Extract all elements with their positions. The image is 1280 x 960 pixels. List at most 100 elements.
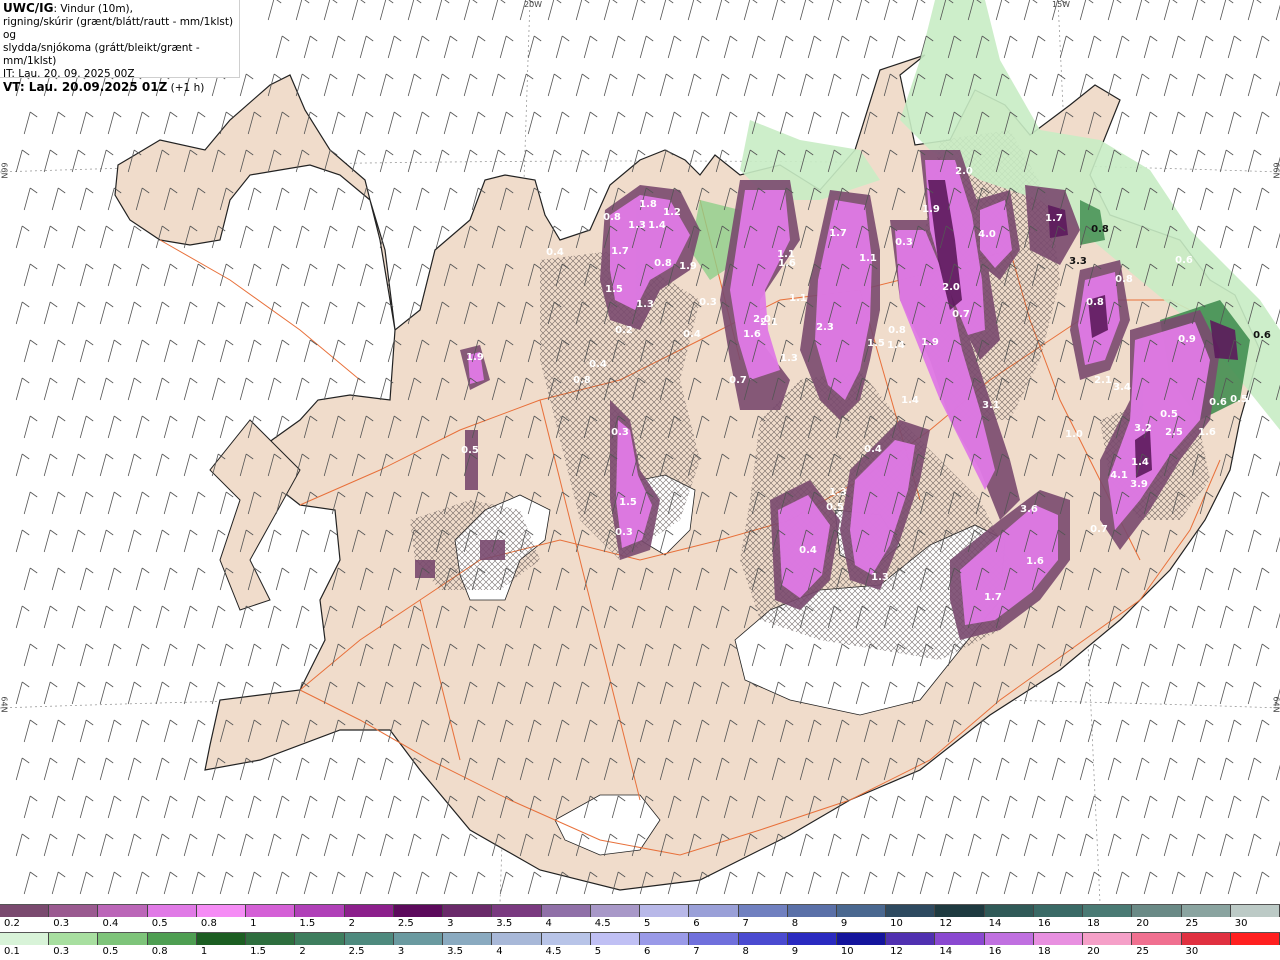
- precip-value: 1.6: [743, 329, 761, 340]
- scale-label: 7: [742, 918, 749, 929]
- scale-swatch: [1230, 933, 1280, 945]
- precip-value: 2.5: [1165, 427, 1183, 438]
- scale-swatch: [1132, 905, 1182, 917]
- scale-swatch: [295, 905, 345, 917]
- scale-label: 10: [840, 946, 854, 957]
- lon-label-20w: 20W: [524, 0, 543, 9]
- precip-value: 1.2: [663, 207, 681, 218]
- precip-value: 1.3: [871, 572, 889, 583]
- scale-swatch: [443, 933, 493, 945]
- precip-value: 1.7: [1045, 213, 1063, 224]
- precip-value: 1.7: [611, 246, 629, 257]
- scale-label: 1: [200, 946, 208, 957]
- precip-value: 1.1: [859, 253, 877, 264]
- precip-value: 4.1: [1110, 470, 1128, 481]
- scale-label: 14: [988, 918, 1002, 929]
- title-line-1: UWC/IG: Vindur (10m),: [3, 2, 236, 16]
- precip-value: 1.4: [901, 395, 919, 406]
- scale-swatch: [98, 933, 148, 945]
- scale-swatch: [640, 905, 690, 917]
- scale-swatch: [1033, 933, 1084, 945]
- precip-value: 0.6: [1209, 397, 1227, 408]
- scale-swatch: [935, 905, 985, 917]
- precip-value: 3.4: [1113, 382, 1131, 393]
- precip-value: 0.7: [1090, 524, 1108, 535]
- lat-label-64n-right: 64N: [1271, 696, 1280, 713]
- scale-label: 12: [939, 918, 953, 929]
- scale-swatch: [1132, 933, 1182, 945]
- precip-value: 1.4: [648, 220, 666, 231]
- scale-label: 0.3: [53, 918, 70, 929]
- lon-label-15w: 15W: [1052, 0, 1071, 9]
- precip-value: 2.0: [955, 166, 973, 177]
- scale-label: 4.5: [594, 918, 611, 929]
- scale-swatch: [98, 905, 148, 917]
- scale-swatch: [196, 905, 247, 917]
- scale-label: 30: [1234, 918, 1248, 929]
- precip-value: 1.8: [639, 199, 657, 210]
- scale-label: 25: [1185, 918, 1199, 929]
- precip-value: 0.7: [952, 309, 970, 320]
- scale-swatch: [492, 933, 542, 945]
- scale-swatch: [1083, 905, 1133, 917]
- precip-value: 1.5: [619, 497, 637, 508]
- scale-swatch: [541, 933, 591, 945]
- scale-label: 16: [988, 946, 1002, 957]
- lat-label-66n-right: 66N: [1271, 162, 1280, 179]
- scale-swatch: [1083, 933, 1133, 945]
- precip-value: 0.8: [573, 375, 591, 386]
- scale-label: 0.2: [4, 918, 20, 929]
- precip-value: 1.9: [921, 337, 939, 348]
- precip-value: 2.0: [942, 282, 960, 293]
- precip-value: 1.3: [780, 353, 798, 364]
- scale-label: 2: [299, 946, 306, 957]
- scale-label: 9: [840, 918, 848, 929]
- scale-label: 6: [693, 918, 700, 929]
- scale-label: 12: [890, 946, 903, 957]
- precip-value: 0.2: [615, 325, 633, 336]
- scale-swatch: [590, 933, 641, 945]
- scale-swatch: [492, 905, 542, 917]
- scale-swatch: [738, 933, 788, 945]
- precip-value: 0.4: [799, 545, 817, 556]
- scale-label: 18: [1087, 918, 1100, 929]
- scale-label: 3.5: [447, 946, 463, 957]
- precip-value: 0.3: [699, 297, 717, 308]
- scale-swatch: [0, 933, 50, 945]
- scale-swatch: [1230, 905, 1280, 917]
- scale-swatch: [886, 933, 936, 945]
- precip-value: 1.5: [605, 284, 623, 295]
- scale-swatch: [443, 905, 493, 917]
- scale-swatch: [344, 905, 394, 917]
- scale-label: 2.5: [397, 918, 414, 929]
- precip-value: 1.6: [1026, 556, 1044, 567]
- scale-swatch: [196, 933, 247, 945]
- precip-value: 2.0: [753, 314, 771, 325]
- scale-label: 0.8: [151, 946, 168, 957]
- scale-swatch: [787, 905, 837, 917]
- precip-value: 0.5: [826, 502, 844, 513]
- precip-value: 0.8: [654, 258, 672, 269]
- scale-swatch: [689, 905, 739, 917]
- scale-swatch: [1181, 933, 1231, 945]
- scale-swatch: [1033, 905, 1084, 917]
- precip-value: 3.3: [1069, 256, 1087, 267]
- precip-value: 1.0: [1065, 429, 1083, 440]
- snow-scale-labels: 0.2 0.3 0.4 0.5 0.8 1 1.5 2 2.5 3 3.5 4 4.5 5 6 7 8 9 10 12…: [0, 918, 1280, 930]
- scale-label: 30: [1185, 946, 1199, 957]
- model-name: UWC/IG: [3, 1, 54, 15]
- precip-value: 0.4: [864, 444, 882, 455]
- valid-time-line: VT: Lau. 20.09.2025 01Z (+1 h): [3, 81, 236, 95]
- scale-label: 2: [348, 918, 355, 929]
- precip-value: 1.9: [466, 352, 484, 363]
- scale-label: 20: [1087, 946, 1100, 957]
- precip-value: 0.8: [888, 325, 906, 336]
- scale-swatch: [0, 905, 50, 917]
- precip-value: 3.9: [1130, 479, 1148, 490]
- precip-value: 3.1: [982, 400, 1000, 411]
- precip-value: 1.6: [1198, 427, 1216, 438]
- precip-value: 0.8: [1086, 297, 1104, 308]
- scale-label: 18: [1037, 946, 1051, 957]
- scale-label: 0.8: [200, 918, 217, 929]
- scale-label: 3: [447, 918, 454, 929]
